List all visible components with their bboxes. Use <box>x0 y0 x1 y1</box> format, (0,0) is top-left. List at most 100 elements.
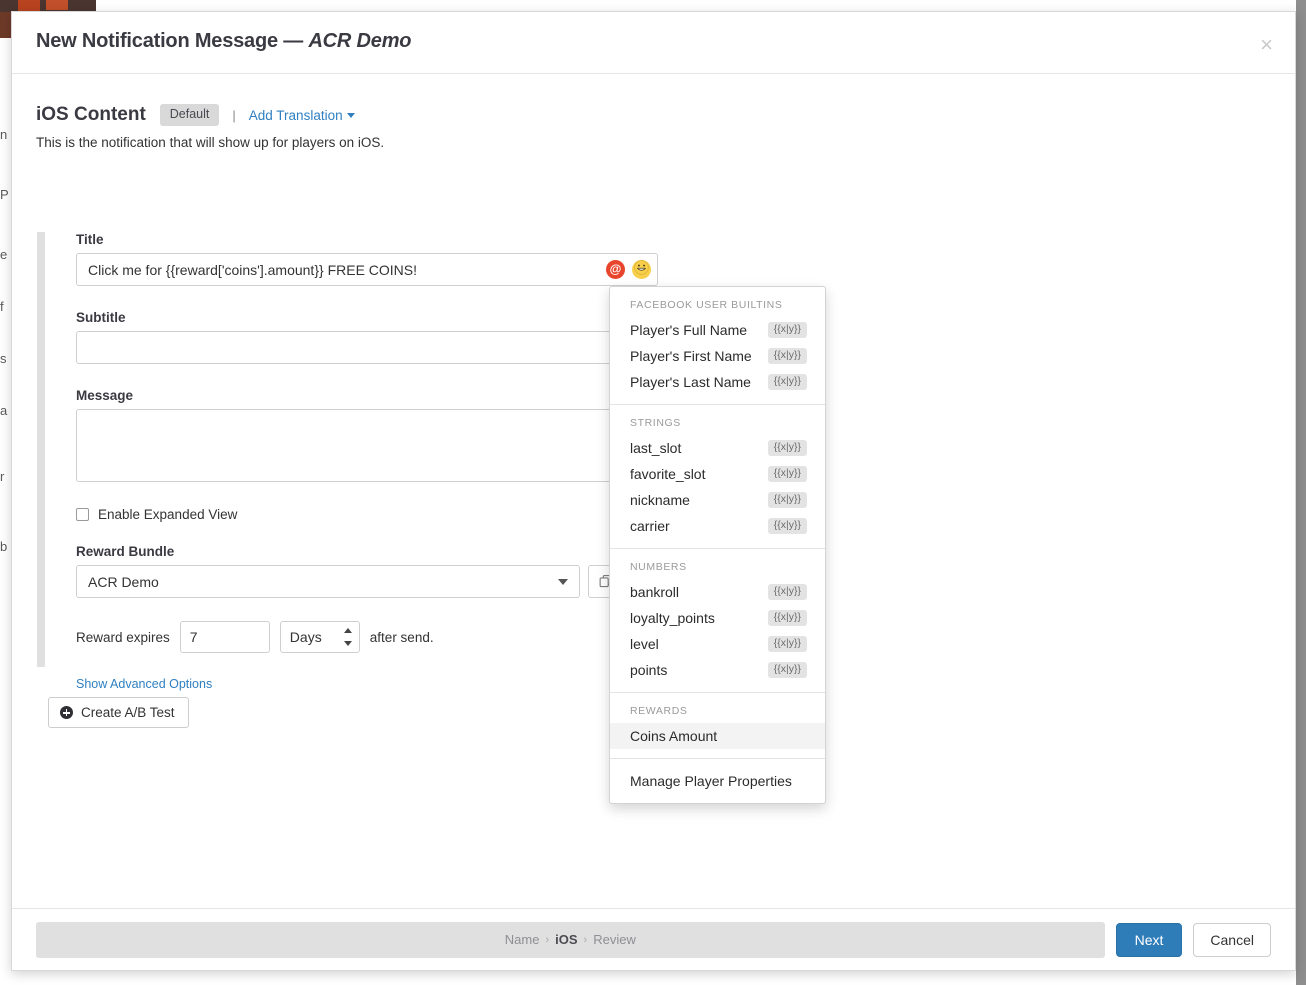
menu-item[interactable]: carrier {{x|y}} <box>610 513 825 539</box>
menu-item-label: points <box>630 662 667 678</box>
menu-item[interactable]: level {{x|y}} <box>610 631 825 657</box>
menu-item-label: nickname <box>630 492 690 508</box>
title-field-group: Title @ <box>76 232 676 286</box>
section-title: iOS Content <box>36 104 146 126</box>
menu-group: REWARDS Coins Amount <box>610 693 825 749</box>
new-notification-modal: New Notification Message — ACR Demo × iO… <box>11 11 1296 971</box>
subtitle-field-group: Subtitle <box>76 310 676 364</box>
background-text-fragment: P <box>0 188 10 202</box>
menu-item-token-badge: {{x|y}} <box>768 636 807 653</box>
menu-item-token-badge: {{x|y}} <box>768 518 807 535</box>
menu-item[interactable]: Coins Amount <box>610 723 825 749</box>
cancel-button[interactable]: Cancel <box>1193 923 1271 957</box>
at-mention-icon[interactable]: @ <box>606 260 625 279</box>
menu-item[interactable]: Player's Full Name{{x|y}} <box>610 317 825 343</box>
menu-item[interactable]: last_slot{{x|y}} <box>610 435 825 461</box>
menu-item-label: carrier <box>630 518 670 534</box>
background-text-fragment: n <box>0 128 10 142</box>
menu-item-token-badge: {{x|y}} <box>768 466 807 483</box>
background-text-fragment: f <box>0 300 10 314</box>
backdrop-right-strip <box>1296 0 1306 985</box>
menu-item-label: favorite_slot <box>630 466 705 482</box>
menu-item[interactable]: Player's Last Name{{x|y}} <box>610 369 825 395</box>
menu-group-heading: NUMBERS <box>610 549 825 579</box>
menu-item-label: loyalty_points <box>630 610 715 626</box>
menu-group-heading: STRINGS <box>610 405 825 435</box>
background-text-fragment: r <box>0 470 10 484</box>
expanded-view-row[interactable]: Enable Expanded View <box>76 507 676 522</box>
breadcrumb-item-name[interactable]: Name <box>505 932 540 947</box>
breadcrumb: Name›iOS›Review <box>36 922 1105 958</box>
form-accent-bar <box>37 232 45 667</box>
reward-bundle-row: ACR Demo <box>76 565 676 598</box>
menu-item-token-badge: {{x|y}} <box>768 610 807 627</box>
emoji-picker-icon[interactable] <box>632 260 651 279</box>
separator: | <box>232 108 235 123</box>
expanded-view-label: Enable Expanded View <box>98 507 237 522</box>
grinning-face-icon <box>634 260 649 275</box>
create-ab-test-button[interactable]: Create A/B Test <box>48 697 189 728</box>
page-title: New Notification Message — ACR Demo <box>36 30 411 53</box>
modal-title-app: ACR Demo <box>308 30 411 52</box>
message-textarea[interactable] <box>76 409 658 482</box>
menu-item[interactable]: bankroll {{x|y}} <box>610 579 825 605</box>
player-properties-dropdown: FACEBOOK USER BUILTINSPlayer's Full Name… <box>609 286 826 804</box>
menu-group: Manage Player Properties <box>610 759 825 803</box>
reward-expiry-row: Reward expires Days after send. <box>76 621 676 653</box>
message-field-group: Message <box>76 388 676 487</box>
background-text-fragment: s <box>0 352 10 366</box>
message-label: Message <box>76 388 676 403</box>
menu-item-token-badge: {{x|y}} <box>768 348 807 365</box>
next-button[interactable]: Next <box>1116 923 1183 957</box>
background-text-fragment: a <box>0 404 10 418</box>
subtitle-input[interactable] <box>76 331 658 364</box>
menu-group: NUMBERS bankroll {{x|y}} loyalty_points {{x|… <box>610 549 825 683</box>
menu-item[interactable]: loyalty_points {{x|y}} <box>610 605 825 631</box>
section-description: This is the notification that will show … <box>36 135 384 150</box>
menu-group: STRINGSlast_slot{{x|y}}favorite_slot{{x|… <box>610 405 825 539</box>
menu-group: FACEBOOK USER BUILTINSPlayer's Full Name… <box>610 287 825 395</box>
expire-amount-input[interactable] <box>180 621 270 653</box>
modal-body: iOS Content Default | Add Translation Th… <box>12 74 1295 908</box>
menu-group-heading: REWARDS <box>610 693 825 723</box>
modal-title-main: New Notification Message <box>36 30 278 52</box>
expire-unit-select[interactable]: Days <box>280 621 360 653</box>
menu-item[interactable]: Manage Player Properties <box>610 768 825 794</box>
menu-item-label: Coins Amount <box>630 728 717 744</box>
menu-item-label: last_slot <box>630 440 681 456</box>
menu-item[interactable]: points {{x|y}} <box>610 657 825 683</box>
breadcrumb-item-review[interactable]: Review <box>593 932 636 947</box>
title-label: Title <box>76 232 676 247</box>
menu-item[interactable]: nickname{{x|y}} <box>610 487 825 513</box>
menu-item-label: Player's Last Name <box>630 374 751 390</box>
show-advanced-options-link[interactable]: Show Advanced Options <box>76 677 212 691</box>
add-translation-label: Add Translation <box>249 108 343 123</box>
reward-bundle-select[interactable]: ACR Demo <box>76 565 580 598</box>
title-input[interactable] <box>76 253 658 286</box>
menu-item-label: Player's First Name <box>630 348 752 364</box>
reward-bundle-label: Reward Bundle <box>76 544 676 559</box>
menu-item[interactable]: Player's First Name {{x|y}} <box>610 343 825 369</box>
menu-item-token-badge: {{x|y}} <box>768 584 807 601</box>
plus-circle-icon <box>60 706 73 719</box>
menu-item-label: bankroll <box>630 584 679 600</box>
title-input-wrap: @ <box>76 253 658 286</box>
close-icon[interactable]: × <box>1260 34 1273 56</box>
breadcrumb-item-ios[interactable]: iOS <box>555 932 577 947</box>
menu-item[interactable]: favorite_slot {{x|y}} <box>610 461 825 487</box>
menu-item-label: level <box>630 636 659 652</box>
menu-item-label: Player's Full Name <box>630 322 747 338</box>
browser-chrome-edge <box>0 12 11 38</box>
section-header: iOS Content Default | Add Translation <box>36 104 355 126</box>
background-text-fragment: b <box>0 540 10 554</box>
expire-prefix-label: Reward expires <box>76 630 170 645</box>
menu-group-heading: FACEBOOK USER BUILTINS <box>610 287 825 317</box>
add-translation-link[interactable]: Add Translation <box>249 108 355 123</box>
modal-title-dash: — <box>278 30 309 52</box>
create-ab-test-label: Create A/B Test <box>81 705 175 720</box>
modal-footer: Name›iOS›Review Next Cancel <box>12 908 1295 970</box>
expanded-view-checkbox[interactable] <box>76 508 89 521</box>
menu-item-token-badge: {{x|y}} <box>768 662 807 679</box>
chevron-down-icon <box>347 113 355 118</box>
expire-suffix-label: after send. <box>370 630 434 645</box>
